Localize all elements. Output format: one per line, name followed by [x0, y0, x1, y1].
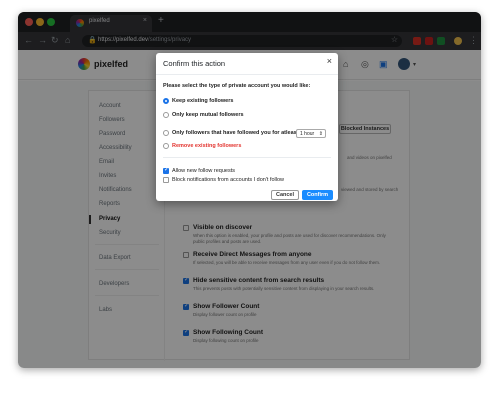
option-label[interactable]: Keep existing followers [172, 98, 233, 104]
browser-window: pixelfed × + ← → ↻ ⌂ 🔒 https://pixelfed.… [18, 12, 481, 368]
option-label-danger[interactable]: Remove existing followers [172, 143, 241, 149]
keep-mutual-followers-radio[interactable] [163, 112, 169, 118]
modal-title: Confirm this action [163, 59, 226, 68]
cancel-button[interactable]: Cancel [271, 190, 299, 200]
modal-footer: Cancel Confirm [156, 190, 338, 201]
chevron-down-icon: ⇕ [318, 131, 323, 137]
followed-for-duration-radio[interactable] [163, 130, 169, 136]
checkbox-label[interactable]: Allow new follow requests [172, 168, 235, 174]
duration-select[interactable]: 1 hour ⇕ [296, 129, 326, 138]
block-notifications-checkbox[interactable] [163, 177, 169, 183]
keep-existing-followers-radio[interactable] [163, 98, 169, 104]
option-label[interactable]: Only followers that have followed you fo… [172, 130, 299, 136]
confirm-button[interactable]: Confirm [302, 190, 333, 200]
modal-divider [163, 157, 331, 158]
remove-existing-followers-radio[interactable] [163, 143, 169, 149]
modal-question: Please select the type of private accoun… [163, 83, 311, 89]
option-label[interactable]: Only keep mutual followers [172, 112, 244, 118]
confirm-dialog: Confirm this action × Please select the … [156, 53, 338, 201]
checkbox-label[interactable]: Block notifications from accounts I don'… [172, 177, 284, 183]
allow-follow-requests-checkbox[interactable] [163, 166, 169, 174]
close-icon[interactable]: × [327, 57, 332, 66]
modal-header: Confirm this action × [156, 53, 338, 75]
duration-select-value: 1 hour [300, 131, 315, 137]
